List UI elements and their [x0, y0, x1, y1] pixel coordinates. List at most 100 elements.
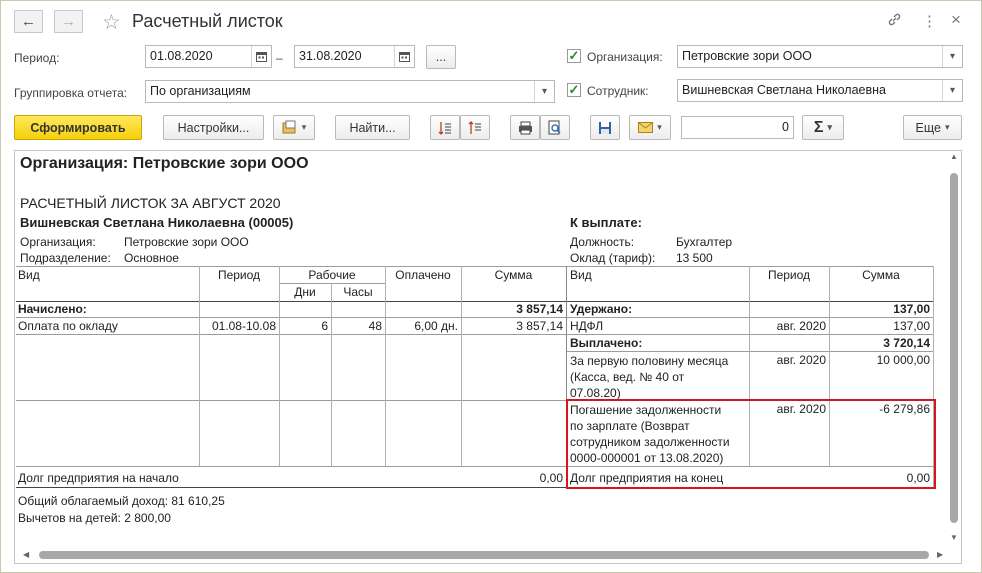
scroll-left-icon[interactable]: ◀ [23, 550, 29, 559]
sigma-icon: Σ [813, 118, 824, 136]
scroll-down-icon[interactable]: ▼ [950, 533, 958, 542]
page-title: Расчетный листок [132, 11, 283, 31]
salary-value: 13 500 [676, 251, 713, 265]
sum-value-field[interactable]: 0 [681, 116, 794, 139]
close-icon[interactable]: × [951, 10, 961, 30]
ndfl-period: авг. 2020 [776, 319, 826, 333]
report-org-heading: Организация: Петровские зори ООО [20, 155, 309, 172]
org-value: Петровские зори ООО [682, 49, 812, 63]
link-icon[interactable] [887, 12, 902, 31]
position-label: Должность: [570, 235, 635, 249]
withheld-label: Удержано: [570, 302, 633, 316]
accrual-sum: 3 857,14 [516, 319, 563, 333]
back-button[interactable]: ← [14, 10, 43, 33]
star-icon[interactable]: ☆ [102, 10, 121, 35]
payout-type-line: (Касса, вед. № 40 от [570, 370, 685, 384]
chevron-down-icon[interactable]: ▾ [942, 46, 962, 67]
forward-button[interactable]: → [54, 10, 83, 33]
paid-label: Выплачено: [570, 336, 643, 350]
ndfl-type: НДФЛ [570, 319, 604, 333]
envelope-icon [638, 122, 654, 133]
employee-select[interactable]: Вишневская Светлана Николаевна ▾ [677, 79, 963, 102]
col-header-sum: Сумма [494, 268, 533, 282]
debt-start-value: 0,00 [539, 471, 563, 485]
paid-total: 3 720,14 [883, 336, 930, 350]
accrued-total: 3 857,14 [516, 302, 563, 316]
row-line [16, 317, 934, 318]
employee-label: Сотрудник: [587, 84, 649, 98]
period-dash: – [276, 51, 283, 65]
period-from-value: 01.08.2020 [150, 49, 213, 63]
col-header-days: Дни [294, 285, 316, 299]
chevron-down-icon[interactable]: ▾ [534, 81, 554, 102]
col-header-right-period: Период [767, 268, 811, 282]
scroll-right-icon[interactable]: ▶ [937, 550, 943, 559]
accrued-label: Начислено: [18, 302, 87, 316]
expand-icon [438, 121, 451, 135]
working-subheader-line [279, 283, 385, 284]
accrual-hours: 48 [368, 319, 382, 333]
send-button[interactable]: ▾ [629, 115, 671, 140]
row-line [566, 351, 934, 352]
debt-start-label: Долг предприятия на начало [18, 471, 179, 485]
report-title: РАСЧЕТНЫЙ ЛИСТОК ЗА АВГУСТ 2020 [20, 195, 281, 211]
salary-label: Оклад (тариф): [570, 251, 656, 265]
table-top-border [16, 266, 934, 267]
scroll-thumb[interactable] [39, 551, 929, 559]
report-document: Организация: Петровские зори ООО РАСЧЕТН… [14, 150, 962, 564]
ndfl-sum: 137,00 [893, 319, 930, 333]
col-line [385, 266, 386, 466]
period-label: Период: [14, 51, 60, 65]
col-header-hours: Часы [343, 285, 373, 299]
settings-button[interactable]: Настройки... [163, 115, 264, 140]
calendar-icon[interactable] [251, 46, 271, 67]
preview-button[interactable] [540, 115, 570, 140]
generate-button[interactable]: Сформировать [14, 115, 142, 140]
calendar-icon[interactable] [394, 46, 414, 67]
accrual-days: 6 [321, 319, 328, 333]
horizontal-scrollbar[interactable]: ◀ ▶ [23, 550, 943, 559]
print-preview-icon [548, 120, 561, 135]
accrual-period: 01.08-10.08 [211, 319, 276, 333]
taxable-income: Общий облагаемый доход: 81 610,25 [18, 494, 225, 508]
col-header-right-sum: Сумма [862, 268, 900, 282]
employee-checkbox[interactable]: ✓ [567, 82, 581, 97]
period-from-field[interactable]: 01.08.2020 [145, 45, 272, 68]
more-button[interactable]: Еще ▾ [903, 115, 962, 140]
print-button[interactable] [510, 115, 540, 140]
vertical-scrollbar[interactable]: ▲ ▼ [949, 152, 959, 545]
row-line [16, 334, 934, 335]
accrual-type: Оплата по окладу [18, 319, 118, 333]
collapse-groups-button[interactable] [460, 115, 490, 140]
payout-type-line: За первую половину месяца [570, 354, 729, 368]
grouping-label: Группировка отчета: [14, 86, 128, 100]
find-button[interactable]: Найти... [335, 115, 410, 140]
expand-groups-button[interactable] [430, 115, 460, 140]
col-header-period: Период [217, 268, 261, 282]
link-icon-glyph [888, 13, 901, 26]
org-checkbox[interactable]: ✓ [567, 48, 581, 63]
position-value: Бухгалтер [676, 235, 733, 249]
scroll-thumb[interactable] [950, 173, 958, 523]
more-icon[interactable]: ⋮ [922, 12, 937, 30]
floppy-disk-icon [599, 121, 611, 134]
save-button[interactable] [590, 115, 620, 140]
accrual-paid: 6,00 дн. [414, 319, 458, 333]
org-select[interactable]: Петровские зори ООО ▾ [677, 45, 963, 68]
scroll-up-icon[interactable]: ▲ [950, 152, 958, 161]
folder-icon [282, 120, 296, 134]
grouping-select[interactable]: По организациям ▾ [145, 80, 555, 103]
period-select-button[interactable]: ... [426, 45, 456, 69]
org-row-value: Петровские зори ООО [124, 235, 249, 249]
col-header-working: Рабочие [308, 268, 356, 282]
payout-sum: 10 000,00 [876, 353, 930, 367]
org-label: Организация: [587, 50, 663, 64]
variants-button[interactable]: ▾ [273, 115, 315, 140]
grouping-value: По организациям [150, 84, 251, 98]
arrow-left-icon: ← [21, 13, 36, 30]
sum-button[interactable]: Σ ▾ [802, 115, 844, 140]
employee-name: Вишневская Светлана Николаевна (00005) [20, 215, 294, 230]
col-line [331, 283, 332, 466]
period-to-field[interactable]: 31.08.2020 [294, 45, 415, 68]
chevron-down-icon[interactable]: ▾ [942, 80, 962, 101]
